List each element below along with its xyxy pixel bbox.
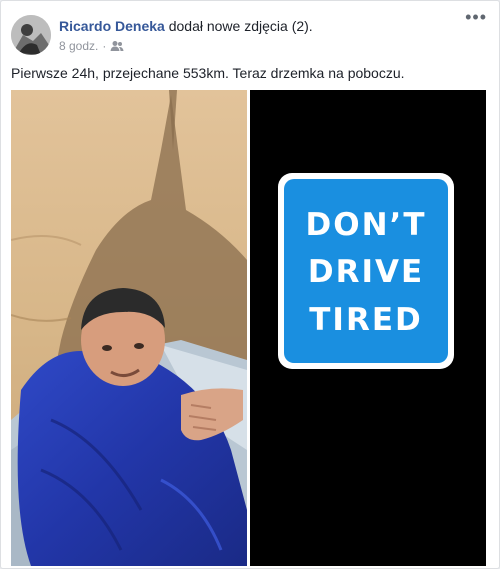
post-options-button[interactable]: ••• <box>465 8 487 26</box>
photo-selfie[interactable] <box>11 90 247 566</box>
sign-line-1: DON’T <box>306 207 427 243</box>
timestamp-link[interactable]: 8 godz. <box>59 39 98 53</box>
post-header: Ricardo Deneka dodał nowe zdjęcia (2). <box>59 18 313 34</box>
post-text: Pierwsze 24h, przejechane 553km. Teraz d… <box>11 65 405 81</box>
author-name-link[interactable]: Ricardo Deneka <box>59 18 165 34</box>
photo-road-sign[interactable]: DON’T DRIVE TIRED <box>250 90 486 566</box>
road-sign: DON’T DRIVE TIRED <box>278 173 454 369</box>
avatar[interactable] <box>11 15 51 55</box>
post-card: Ricardo Deneka dodał nowe zdjęcia (2). 8… <box>0 0 500 569</box>
meta-separator: · <box>102 39 107 53</box>
post-meta: 8 godz. · <box>59 39 124 53</box>
post-action-text: dodał nowe zdjęcia (2). <box>164 18 313 34</box>
friends-icon[interactable] <box>110 40 124 52</box>
sign-line-2: DRIVE <box>308 254 424 290</box>
sign-line-3: TIRED <box>309 302 422 338</box>
